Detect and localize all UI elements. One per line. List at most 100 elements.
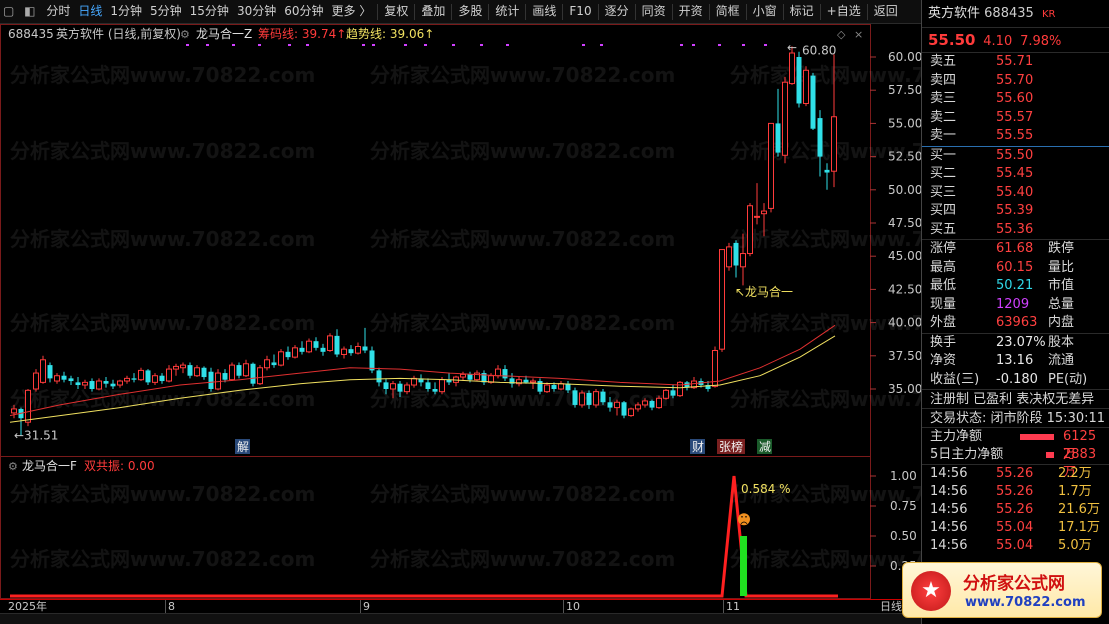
toolbar-item[interactable]: 60分钟: [280, 0, 327, 23]
stat-label: 最高: [930, 259, 957, 275]
tick-volume: 1.7万: [1058, 484, 1092, 499]
tick-price: 55.26: [996, 484, 1034, 499]
bid-row[interactable]: 买三 55.40: [922, 184, 1109, 203]
signal-dot: [206, 44, 209, 46]
toolbar-item[interactable]: 分时: [42, 0, 74, 23]
tick-volume: 21.6万: [1058, 502, 1100, 517]
tick-time: 14:56: [930, 466, 968, 481]
toolbar-item[interactable]: F10: [565, 0, 595, 23]
x-axis-tick: [563, 600, 564, 614]
ask-price: 55.55: [996, 128, 1034, 143]
watermark: 分析家公式网www.70822.com: [370, 482, 675, 506]
event-marker[interactable]: 减: [757, 439, 772, 454]
toolbar-item[interactable]: 5分钟: [146, 0, 186, 23]
candle: [201, 366, 207, 380]
ask-row[interactable]: 卖一 55.55: [922, 127, 1109, 146]
svg-text:减: 减: [759, 440, 771, 454]
toolbar-item[interactable]: 日线: [74, 0, 106, 23]
lower-tick-label: 1.00: [890, 469, 917, 483]
candle: [222, 369, 228, 383]
toolbar-item[interactable]: 开资: [675, 0, 707, 23]
candle: [376, 367, 382, 387]
toolbar-item[interactable]: 标记: [786, 0, 818, 23]
toolbar-item[interactable]: 多股: [454, 0, 486, 23]
candle: [796, 51, 802, 108]
event-marker[interactable]: 财: [690, 439, 705, 454]
lower-settings-icon[interactable]: ⚙: [8, 460, 18, 473]
stat-label: 现量: [930, 296, 957, 312]
pct-label: 0.584 %: [741, 482, 791, 496]
stat-row: 涨停 61.68 跌停: [922, 240, 1109, 259]
ask-row[interactable]: 卖四 55.70: [922, 72, 1109, 91]
price-change: 4.10: [983, 34, 1013, 49]
toolbar-item[interactable]: 复权: [380, 0, 412, 23]
quote-stats-2: 换手 23.07% 股本 净资 13.16 流通 收益(三) -0.180 PE(动): [922, 334, 1109, 390]
bid-row[interactable]: 买五 55.36: [922, 221, 1109, 240]
toolbar-item[interactable]: 返回: [870, 0, 902, 23]
candle: [194, 365, 200, 378]
reg-info: 注册制 已盈利 表决权无差异: [922, 389, 1109, 408]
toolbar-item[interactable]: 30分钟: [233, 0, 280, 23]
bid-label: 买三: [930, 184, 957, 200]
watermark: 分析家公式网www.70822.com: [10, 311, 315, 335]
bid-row[interactable]: 买一 55.50: [922, 147, 1109, 166]
bid-price: 55.39: [996, 203, 1034, 218]
y-tick-label: 40.00: [888, 316, 921, 330]
ask-row[interactable]: 卖三 55.60: [922, 90, 1109, 109]
stat-value: 63963: [996, 315, 1038, 330]
layout-icon[interactable]: ◧: [21, 0, 38, 23]
y-tick-label: 60.00: [888, 50, 921, 64]
watermark: 分析家公式网www.70822.com: [370, 387, 675, 411]
candle: [614, 399, 620, 416]
watermark: 分析家公式网www.70822.com: [370, 547, 675, 571]
candle: [96, 378, 102, 391]
high-price-label: 60.80: [802, 44, 836, 58]
window-toggle-icon[interactable]: ▢: [0, 0, 17, 23]
candle: [257, 365, 263, 386]
toolbar-item[interactable]: 简框: [712, 0, 744, 23]
bid-label: 买四: [930, 203, 957, 218]
ask-row[interactable]: 卖五 55.71: [922, 53, 1109, 72]
lower-indicator-name[interactable]: 龙马合一F: [22, 458, 77, 473]
candle: [159, 373, 165, 384]
toolbar-item[interactable]: 逐分: [601, 0, 633, 23]
settings-gear-icon[interactable]: ⚙: [180, 28, 190, 41]
candle: [54, 373, 60, 384]
indicator-name[interactable]: 龙马合一Z: [196, 26, 252, 41]
toolbar-item[interactable]: 叠加: [417, 0, 449, 23]
watermark: 分析家公式网www.70822.com: [10, 482, 315, 506]
toolbar-item[interactable]: 1分钟: [106, 0, 146, 23]
toolbar-item[interactable]: 小窗: [749, 0, 781, 23]
stat-row: 最低 50.21 市值: [922, 277, 1109, 296]
event-marker[interactable]: 张榜: [717, 439, 745, 454]
stat-label-2: 流通: [1048, 353, 1075, 368]
candle: [124, 375, 130, 384]
kline-chart[interactable]: 分析家公式网www.70822.com 分析家公式网www.70822.com 分析…: [0, 24, 921, 599]
toolbar-item[interactable]: 画线: [528, 0, 560, 23]
ask-row[interactable]: 卖二 55.57: [922, 109, 1109, 128]
event-marker[interactable]: 解: [235, 439, 250, 454]
flow-row[interactable]: 主力净额 6125万: [922, 428, 1109, 462]
toolbar-item[interactable]: 15分钟: [186, 0, 233, 23]
toolbar-item[interactable]: 更多 〉: [328, 0, 376, 23]
candle: [516, 377, 522, 387]
candle: [320, 343, 326, 356]
candle: [299, 341, 305, 355]
bid-row[interactable]: 买二 55.45: [922, 165, 1109, 184]
candle: [369, 346, 375, 374]
candle: [684, 381, 690, 391]
candle: [152, 373, 158, 386]
signal-dot: [480, 44, 483, 46]
bid-row[interactable]: 买四 55.39: [922, 202, 1109, 221]
toolbar-item[interactable]: 统计: [491, 0, 523, 23]
toolbar-item[interactable]: 同资: [638, 0, 670, 23]
flow-row[interactable]: 5日主力净额 2883万: [922, 446, 1109, 480]
signal-dot: [718, 44, 721, 46]
close-icon[interactable]: ×: [854, 28, 863, 41]
toolbar-item[interactable]: +自选: [823, 0, 865, 23]
candle: [362, 327, 368, 354]
candle: [754, 183, 760, 225]
signal-dot: [362, 44, 365, 46]
diamond-icon[interactable]: ◇: [837, 28, 846, 41]
ask-label: 卖三: [930, 91, 957, 106]
